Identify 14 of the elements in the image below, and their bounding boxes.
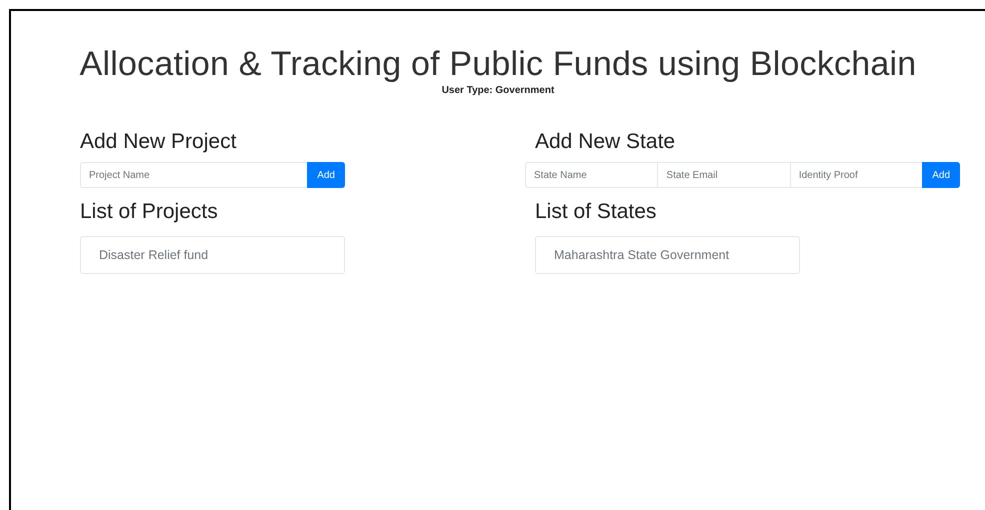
list-item: Disaster Relief fund <box>80 236 345 274</box>
section-heading: Add New State <box>535 130 676 154</box>
section-heading: List of States <box>535 200 656 224</box>
section-heading: Add New Project <box>80 130 236 154</box>
input-field[interactable]: Identity Proof <box>790 162 922 188</box>
add-button[interactable]: Add <box>922 162 960 188</box>
input-field[interactable]: Project Name <box>80 162 308 188</box>
section-heading: List of Projects <box>80 200 218 224</box>
user-type-label: User Type: Government <box>440 85 556 96</box>
list-item: Maharashtra State Government <box>535 236 800 274</box>
add-button[interactable]: Add <box>307 162 345 188</box>
page-title: Allocation & Tracking of Public Funds using Blockchain <box>78 45 918 84</box>
input-field[interactable]: State Email <box>657 162 790 188</box>
input-field[interactable]: State Name <box>525 162 658 188</box>
